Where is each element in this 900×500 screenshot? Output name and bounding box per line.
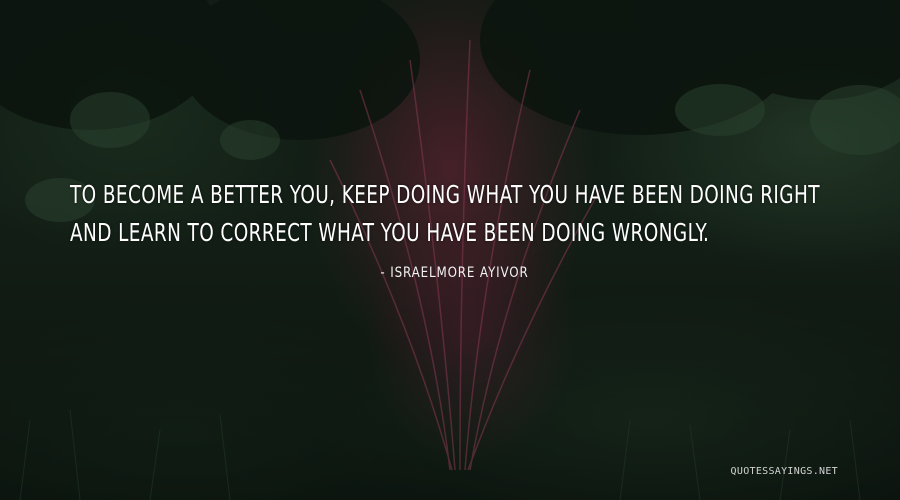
quote-image: To become a better you, keep doing what …: [0, 0, 900, 500]
quote-line-1: To become a better you, keep doing what …: [70, 180, 820, 209]
quote-text: To become a better you, keep doing what …: [70, 176, 820, 252]
quote-line-2: and learn to correct what you have been …: [70, 218, 710, 247]
site-watermark: QUOTESSAYINGS.NET: [730, 466, 838, 477]
quote-author: - Israelmore Ayivor: [380, 265, 529, 281]
